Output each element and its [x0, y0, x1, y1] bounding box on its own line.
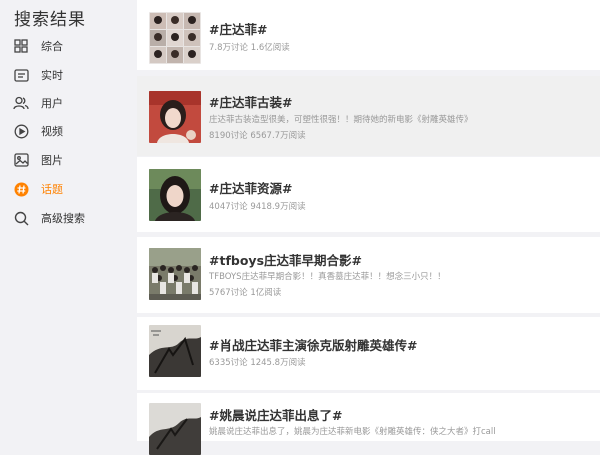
nav-item-users[interactable]: 用户 [12, 92, 122, 114]
topic-card[interactable]: #庄达菲资源# 4047讨论 9418.9万阅读 [137, 157, 600, 232]
topic-card[interactable]: #姚晨说庄达菲出息了# 姚晨说庄达菲出息了，姚晨为庄达菲新电影《射雕英雄传：侠之… [137, 393, 600, 455]
grid-icon [12, 37, 30, 55]
topic-thumbnail [149, 248, 201, 300]
nav-label: 高级搜索 [41, 212, 85, 225]
nav-item-realtime[interactable]: 实时 [12, 64, 122, 86]
topic-card[interactable]: #庄达菲古装# 庄达菲古装造型很美，可塑性很强！！期待她的新电影《射雕英雄传》 … [137, 76, 600, 156]
nav-label: 视频 [41, 125, 63, 138]
nav-label: 实时 [41, 69, 63, 82]
topic-thumbnail [149, 403, 201, 455]
topic-thumbnail [149, 325, 201, 377]
topic-description: TFBOYS庄达菲早期合影！！真香墓庄达菲！！想念三小只！！ [209, 272, 446, 282]
topic-title[interactable]: #tfboys庄达菲早期合影# [209, 250, 362, 269]
nav-item-topics[interactable]: 话题 [12, 178, 122, 200]
topic-title[interactable]: #庄达菲# [209, 19, 267, 38]
nav-label: 综合 [41, 40, 63, 53]
nav-item-all[interactable]: 综合 [12, 35, 122, 57]
topic-stats: 6335讨论 1245.8万阅读 [209, 358, 306, 368]
nav-label: 话题 [41, 183, 63, 196]
topic-stats: 7.8万讨论 1.6亿阅读 [209, 43, 290, 53]
topic-thumbnail [149, 12, 201, 64]
hashtag-icon [12, 180, 30, 198]
topic-card[interactable]: #肖战庄达菲主演徐克版射雕英雄传# 6335讨论 1245.8万阅读 [137, 317, 600, 390]
image-icon [12, 151, 30, 169]
topic-stats: 5767讨论 1亿阅读 [209, 288, 282, 298]
nav-item-video[interactable]: 视频 [12, 120, 122, 142]
sidebar: 搜索结果 综合 实时 用户 视频 图片 话题 高级搜索 [0, 0, 130, 441]
search-results-heading: 搜索结果 [14, 10, 86, 30]
topic-description: 姚晨说庄达菲出息了，姚晨为庄达菲新电影《射雕英雄传：侠之大者》打call [209, 427, 496, 437]
play-icon [12, 122, 30, 140]
nav-label: 用户 [41, 97, 63, 110]
users-icon [12, 94, 30, 112]
topic-card[interactable]: #tfboys庄达菲早期合影# TFBOYS庄达菲早期合影！！真香墓庄达菲！！想… [137, 237, 600, 313]
search-icon [12, 209, 30, 227]
topic-description: 庄达菲古装造型很美，可塑性很强！！期待她的新电影《射雕英雄传》 [209, 115, 473, 125]
news-icon [12, 66, 30, 84]
topic-thumbnail [149, 169, 201, 221]
topic-card[interactable]: #庄达菲# 7.8万讨论 1.6亿阅读 [137, 0, 600, 70]
topic-thumbnail [149, 91, 201, 143]
topic-title[interactable]: #姚晨说庄达菲出息了# [209, 405, 342, 424]
nav-item-advanced-search[interactable]: 高级搜索 [12, 207, 122, 229]
topic-stats: 8190讨论 6567.7万阅读 [209, 131, 306, 141]
topic-title[interactable]: #庄达菲资源# [209, 178, 292, 197]
topic-stats: 4047讨论 9418.9万阅读 [209, 202, 306, 212]
topic-results-list: #庄达菲# 7.8万讨论 1.6亿阅读 #庄达菲古装# 庄达菲古装造型很美，可塑… [137, 0, 600, 455]
topic-title[interactable]: #庄达菲古装# [209, 92, 292, 111]
nav-item-images[interactable]: 图片 [12, 149, 122, 171]
nav-label: 图片 [41, 154, 63, 167]
topic-title[interactable]: #肖战庄达菲主演徐克版射雕英雄传# [209, 335, 417, 354]
